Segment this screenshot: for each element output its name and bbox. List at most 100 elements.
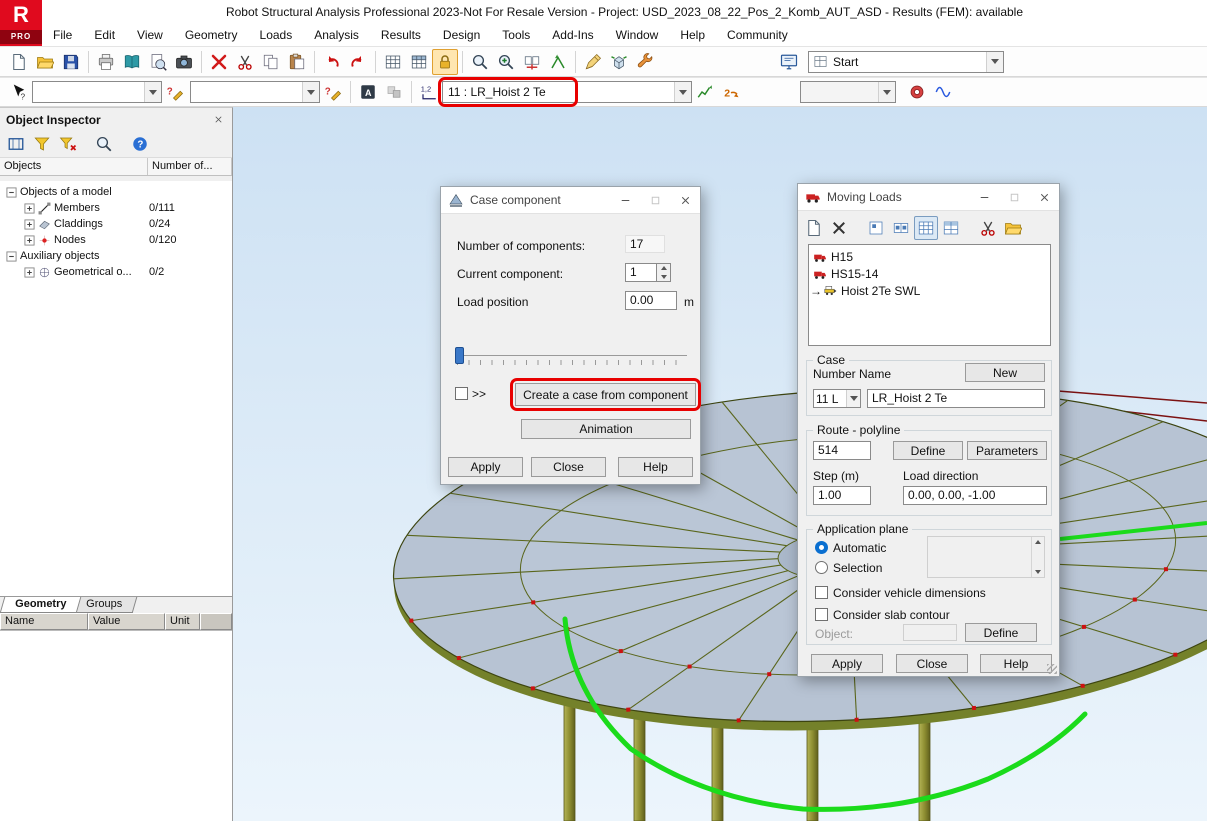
column-unit[interactable]: Unit <box>165 613 200 630</box>
menu-analysis[interactable]: Analysis <box>303 25 370 45</box>
slab-contour-checkbox[interactable] <box>815 608 828 621</box>
cut-button[interactable] <box>232 49 258 75</box>
menu-window[interactable]: Window <box>605 25 670 45</box>
node-selection-arrow[interactable] <box>144 82 161 102</box>
zoom-in-button[interactable] <box>493 49 519 75</box>
menu-tools[interactable]: Tools <box>491 25 541 45</box>
lock-results-button[interactable] <box>432 49 458 75</box>
menu-edit[interactable]: Edit <box>83 25 126 45</box>
collapse-icon[interactable] <box>6 187 17 198</box>
view-grid-button[interactable] <box>914 216 938 240</box>
column-value[interactable]: Value <box>88 613 165 630</box>
property-grid-body[interactable] <box>0 630 232 821</box>
case-number-arrow[interactable] <box>846 390 860 407</box>
maximize-button[interactable] <box>640 187 670 213</box>
section-shape-button[interactable] <box>904 79 930 105</box>
help-button[interactable] <box>128 132 152 156</box>
apply-button[interactable]: Apply <box>448 457 523 477</box>
view-cell-button[interactable] <box>864 216 888 240</box>
tree-item-claddings[interactable]: Claddings 0/24 <box>0 216 232 232</box>
print-button[interactable] <box>93 49 119 75</box>
route-number-input[interactable]: 514 <box>813 441 871 460</box>
close-button[interactable]: Close <box>896 654 968 673</box>
redo-button[interactable] <box>345 49 371 75</box>
expand-icon[interactable] <box>24 267 35 278</box>
position-slider[interactable] <box>455 347 687 369</box>
mode-combo[interactable] <box>800 81 896 103</box>
create-case-button[interactable]: Create a case from component <box>515 383 696 406</box>
sketch-button[interactable] <box>580 49 606 75</box>
resize-grip[interactable] <box>1047 664 1057 674</box>
new-vehicle-button[interactable] <box>802 216 826 240</box>
collapse-icon[interactable] <box>6 251 17 262</box>
load-case-selector[interactable]: 11 : LR_Hoist 2 Te <box>442 81 692 103</box>
help-button[interactable]: Help <box>618 457 693 477</box>
expand-icon[interactable] <box>24 219 35 230</box>
expand-icon[interactable] <box>24 203 35 214</box>
dynamic-view-button[interactable] <box>606 49 632 75</box>
open-database-button[interactable] <box>1001 216 1025 240</box>
delete-vehicle-button[interactable] <box>827 216 851 240</box>
view-manager-button[interactable] <box>776 49 802 75</box>
load-position-input[interactable]: 0.00 <box>625 291 677 310</box>
node-query-button[interactable] <box>162 79 188 105</box>
layout-selector[interactable]: Start <box>808 51 1004 73</box>
expand-checkbox[interactable] <box>455 387 468 400</box>
display-attributes-button[interactable] <box>355 79 381 105</box>
new-case-button[interactable]: New <box>965 363 1045 382</box>
paste-button[interactable] <box>284 49 310 75</box>
menu-addins[interactable]: Add-Ins <box>541 25 604 45</box>
close-button[interactable]: Close <box>531 457 606 477</box>
selection-scrollbar[interactable] <box>1031 537 1044 577</box>
minimize-button[interactable] <box>610 187 640 213</box>
vehicle-item-hoist-2te[interactable]: → Hoist 2Te SWL <box>809 282 1050 299</box>
load-route-button[interactable] <box>692 79 718 105</box>
minimize-button[interactable] <box>969 184 999 210</box>
maximize-button[interactable] <box>999 184 1029 210</box>
expand-icon[interactable] <box>24 235 35 246</box>
inspector-frame-button[interactable] <box>4 132 28 156</box>
slider-track[interactable] <box>455 355 687 356</box>
tree-item-members[interactable]: Members 0/111 <box>0 200 232 216</box>
current-component-spinner[interactable]: 1 <box>625 263 671 282</box>
define-route-button[interactable]: Define <box>893 441 963 460</box>
current-component-value[interactable]: 1 <box>625 263 657 282</box>
diagram-wave-button[interactable] <box>930 79 956 105</box>
spin-up-button[interactable] <box>657 264 670 273</box>
select-query-button[interactable] <box>6 79 32 105</box>
preferences-button[interactable] <box>632 49 658 75</box>
menu-community[interactable]: Community <box>716 25 799 45</box>
tables-button[interactable] <box>380 49 406 75</box>
menu-loads[interactable]: Loads <box>249 25 304 45</box>
animation-button[interactable]: Animation <box>521 419 691 439</box>
spin-down-button[interactable] <box>657 273 670 282</box>
menu-design[interactable]: Design <box>432 25 491 45</box>
screen-capture-button[interactable] <box>171 49 197 75</box>
tab-geometry[interactable]: Geometry <box>0 597 82 613</box>
menu-view[interactable]: View <box>126 25 174 45</box>
numbering-button[interactable] <box>416 79 442 105</box>
moving-loads-titlebar[interactable]: Moving Loads <box>798 184 1059 211</box>
column-objects[interactable]: Objects <box>0 158 148 175</box>
load-case-selector-arrow[interactable] <box>674 82 691 102</box>
tree-item-nodes[interactable]: Nodes 0/120 <box>0 232 232 248</box>
delete-button[interactable] <box>206 49 232 75</box>
new-project-button[interactable] <box>6 49 32 75</box>
clear-filter-button[interactable] <box>56 132 80 156</box>
case-name-input[interactable]: LR_Hoist 2 Te <box>867 389 1045 408</box>
scroll-down-icon[interactable] <box>1035 570 1041 574</box>
menu-help[interactable]: Help <box>669 25 716 45</box>
define-object-button[interactable]: Define <box>965 623 1037 642</box>
member-query-button[interactable] <box>320 79 346 105</box>
vehicle-item-hs15-14[interactable]: HS15-14 <box>809 265 1050 282</box>
case-dialog-titlebar[interactable]: Case component <box>441 187 700 214</box>
menu-geometry[interactable]: Geometry <box>174 25 249 45</box>
tree-item-objects-of-model[interactable]: Objects of a model <box>0 184 232 200</box>
view-table-button[interactable] <box>939 216 963 240</box>
column-number[interactable]: Number of... <box>148 158 232 175</box>
help-button[interactable]: Help <box>980 654 1052 673</box>
tree-item-geometrical-objects[interactable]: Geometrical o... 0/2 <box>0 264 232 280</box>
vehicle-dimensions-checkbox[interactable] <box>815 586 828 599</box>
component-step-button[interactable] <box>718 79 744 105</box>
column-name[interactable]: Name <box>0 613 88 630</box>
